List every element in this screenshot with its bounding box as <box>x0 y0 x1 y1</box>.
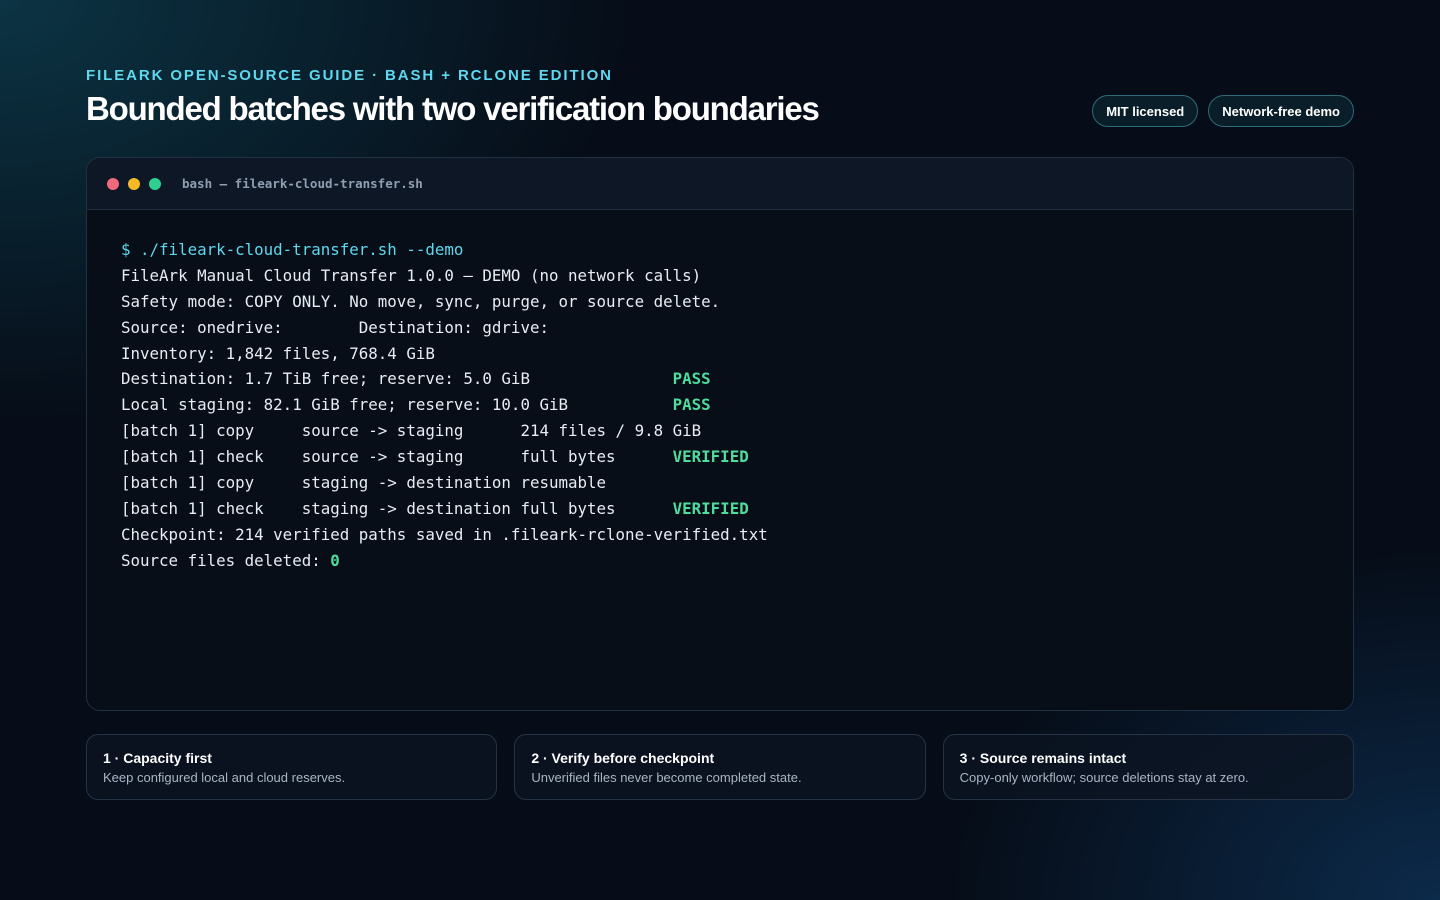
network-free-badge: Network-free demo <box>1208 95 1354 127</box>
line-text: [batch 1] check staging -> destination f… <box>121 498 673 518</box>
pass-status: PASS <box>672 369 711 389</box>
minimize-dot-icon[interactable] <box>128 177 140 190</box>
pass-status: PASS <box>672 395 711 415</box>
badge-group: MIT licensed Network-free demo <box>1092 95 1354 127</box>
output-line: [batch 1] check source -> staging full b… <box>121 444 1319 470</box>
eyebrow-label: FILEARK OPEN-SOURCE GUIDE · BASH + RCLON… <box>86 67 613 84</box>
close-dot-icon[interactable] <box>107 177 119 190</box>
terminal-window: bash — fileark-cloud-transfer.sh $ ./fil… <box>86 157 1354 711</box>
card-description: Unverified files never become completed … <box>531 770 802 785</box>
feature-card-capacity: 1 · Capacity first Keep configured local… <box>86 734 498 800</box>
command-line: $ ./fileark-cloud-transfer.sh --demo <box>121 237 1319 263</box>
line-text: Checkpoint: 214 verified paths saved in … <box>121 524 768 544</box>
card-description: Copy-only workflow; source deletions sta… <box>959 770 1249 785</box>
line-text: Local staging: 82.1 GiB free; reserve: 1… <box>121 395 673 415</box>
output-line: Safety mode: COPY ONLY. No move, sync, p… <box>121 289 1319 315</box>
output-line: Destination: 1.7 TiB free; reserve: 5.0 … <box>121 366 1319 392</box>
card-title: 2 · Verify before checkpoint <box>531 750 715 766</box>
output-line: Inventory: 1,842 files, 768.4 GiB <box>121 341 1319 367</box>
feature-card-source-intact: 3 · Source remains intact Copy-only work… <box>942 734 1354 800</box>
line-text: Source files deleted: <box>121 550 331 570</box>
card-title: 3 · Source remains intact <box>959 750 1127 766</box>
line-text: [batch 1] copy staging -> destination re… <box>121 473 607 493</box>
verified-status: VERIFIED <box>672 498 749 518</box>
output-line: Checkpoint: 214 verified paths saved in … <box>121 522 1319 548</box>
line-text: Safety mode: COPY ONLY. No move, sync, p… <box>121 291 721 311</box>
output-line: Source: onedrive: Destination: gdrive: <box>121 315 1319 341</box>
output-line: [batch 1] copy staging -> destination re… <box>121 470 1319 496</box>
output-line: [batch 1] copy source -> staging 214 fil… <box>121 418 1319 444</box>
feature-card-verify: 2 · Verify before checkpoint Unverified … <box>514 734 926 800</box>
terminal-output[interactable]: $ ./fileark-cloud-transfer.sh --demo Fil… <box>87 210 1353 574</box>
output-line: [batch 1] check staging -> destination f… <box>121 496 1319 522</box>
card-description: Keep configured local and cloud reserves… <box>103 770 346 785</box>
terminal-title: bash — fileark-cloud-transfer.sh <box>182 176 423 191</box>
line-text: Destination: 1.7 TiB free; reserve: 5.0 … <box>121 369 673 389</box>
feature-cards: 1 · Capacity first Keep configured local… <box>86 734 1354 800</box>
output-line: Local staging: 82.1 GiB free; reserve: 1… <box>121 392 1319 418</box>
deleted-count: 0 <box>330 550 340 570</box>
line-text: [batch 1] check source -> staging full b… <box>121 447 673 467</box>
verified-status: VERIFIED <box>672 447 749 467</box>
terminal-titlebar: bash — fileark-cloud-transfer.sh <box>87 158 1353 210</box>
output-line: Source files deleted: 0 <box>121 548 1319 574</box>
line-text: Inventory: 1,842 files, 768.4 GiB <box>121 343 435 363</box>
output-line: FileArk Manual Cloud Transfer 1.0.0 — DE… <box>121 263 1319 289</box>
license-badge: MIT licensed <box>1092 95 1199 127</box>
line-text: [batch 1] copy source -> staging 214 fil… <box>121 421 702 441</box>
maximize-dot-icon[interactable] <box>149 177 161 190</box>
line-text: FileArk Manual Cloud Transfer 1.0.0 — DE… <box>121 265 702 285</box>
page-title: Bounded batches with two verification bo… <box>86 90 820 127</box>
card-title: 1 · Capacity first <box>103 750 212 766</box>
line-text: $ ./fileark-cloud-transfer.sh --demo <box>121 240 464 259</box>
line-text: Source: onedrive: Destination: gdrive: <box>121 317 549 337</box>
